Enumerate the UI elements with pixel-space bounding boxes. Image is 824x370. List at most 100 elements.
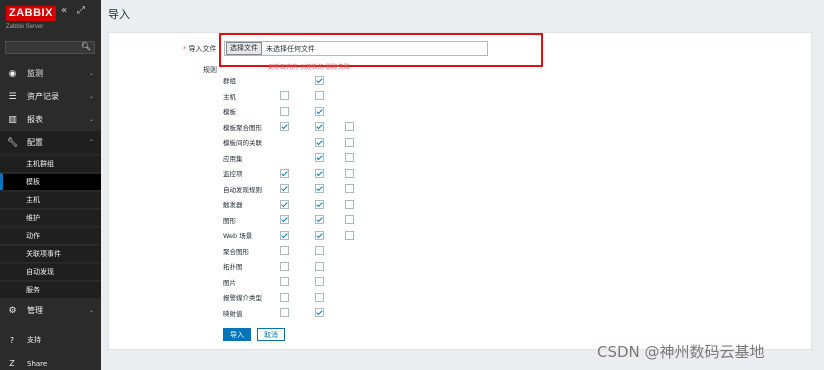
rule-checkbox-create-new[interactable]: [315, 153, 324, 162]
rule-checkbox-delete-missing[interactable]: [345, 230, 354, 240]
rule-checkbox-update-existing[interactable]: [280, 277, 289, 286]
logo-row: ZABBIX: [6, 5, 56, 21]
menu-share[interactable]: Z Share: [0, 359, 101, 368]
rules-column-headers: 更新现有的 创建新的 删除失败: [268, 64, 350, 71]
chevron-down-icon: ⌄: [88, 70, 94, 77]
menu-label: 资产记录: [27, 92, 59, 101]
rule-name: 主机: [223, 92, 236, 101]
menu-administration[interactable]: ⚙ 管理 ⌄: [0, 299, 101, 322]
rule-name: 监控项: [223, 170, 243, 178]
wrench-icon: 🔧︎: [6, 137, 19, 148]
rule-checkbox-update-existing[interactable]: [280, 199, 289, 209]
rule-checkbox-create-new[interactable]: [315, 137, 324, 147]
submenu-label: 维护: [26, 214, 40, 222]
menu-inventory[interactable]: ☰ 资产记录 ⌄: [0, 85, 101, 108]
rule-checkbox-update-existing[interactable]: [280, 184, 289, 193]
rule-checkbox-create-new[interactable]: [315, 91, 324, 100]
rule-checkbox-create-new[interactable]: [315, 230, 324, 240]
submenu-templates[interactable]: 模板: [0, 173, 101, 190]
import-file-label-text: 导入文件: [188, 45, 217, 53]
rules-label: 规则: [203, 66, 217, 74]
rule-checkbox-delete-missing[interactable]: [345, 168, 354, 178]
rule-checkbox-create-new[interactable]: [315, 106, 324, 116]
rule-checkbox-update-existing[interactable]: [280, 261, 289, 271]
kiosk-mode-icon[interactable]: ⤢: [77, 5, 85, 16]
rule-checkbox-create-new[interactable]: [315, 122, 324, 131]
submenu-label: 主机: [26, 196, 40, 204]
submenu-label: 动作: [26, 232, 40, 240]
rule-name: 映射值: [223, 309, 243, 318]
eye-icon: ◉: [8, 68, 17, 79]
rule-checkbox-create-new[interactable]: [315, 292, 324, 302]
rule-checkbox-create-new[interactable]: [315, 168, 324, 178]
rule-checkbox-delete-missing[interactable]: [345, 199, 354, 209]
rule-checkbox-update-existing[interactable]: [280, 246, 289, 255]
search-icon[interactable]: 🔍︎: [81, 42, 91, 51]
rule-checkbox-delete-missing[interactable]: [345, 122, 354, 131]
collapse-sidebar-icon[interactable]: «: [61, 5, 67, 16]
menu-label: 报表: [27, 115, 43, 124]
rule-checkbox-update-existing[interactable]: [280, 91, 289, 100]
rule-name: 应用集: [223, 154, 243, 163]
rule-checkbox-create-new[interactable]: [315, 308, 324, 317]
watermark: CSDN @神州数码云基地: [597, 343, 765, 361]
submenu-maintenance[interactable]: 维护: [0, 209, 101, 226]
rule-checkbox-update-existing[interactable]: [280, 106, 289, 116]
import-file-label: * 导入文件: [183, 44, 217, 54]
submenu-services[interactable]: 服务: [0, 281, 101, 298]
share-icon: Z: [9, 359, 15, 368]
rule-checkbox-delete-missing[interactable]: [345, 137, 354, 147]
rule-checkbox-delete-missing[interactable]: [345, 184, 354, 193]
submenu-event-correlation[interactable]: 关联项事件: [0, 245, 101, 262]
rule-checkbox-update-existing[interactable]: [280, 230, 289, 240]
rule-name: 自动发现规则: [223, 185, 262, 194]
required-marker: *: [183, 45, 187, 53]
rule-checkbox-update-existing[interactable]: [280, 292, 289, 302]
rule-checkbox-delete-missing[interactable]: [345, 215, 354, 224]
rule-checkbox-create-new[interactable]: [315, 199, 324, 209]
menu-support[interactable]: ? 支持: [0, 335, 101, 345]
submenu-actions[interactable]: 动作: [0, 227, 101, 244]
server-name: Zabbix Server: [6, 24, 44, 30]
rule-name: Web 场景: [223, 232, 253, 240]
submenu-label: 主机群组: [26, 160, 54, 168]
cancel-button[interactable]: 取消: [257, 328, 285, 341]
chevron-down-icon: ⌄: [88, 307, 94, 314]
rule-name: 报警媒介类型: [223, 294, 262, 302]
page-title: 导入: [108, 8, 130, 21]
rule-checkbox-update-existing[interactable]: [280, 215, 289, 224]
rule-checkbox-create-new[interactable]: [315, 75, 324, 85]
support-icon: ?: [9, 335, 15, 345]
rule-name: 拓扑图: [223, 263, 243, 271]
rule-checkbox-create-new[interactable]: [315, 277, 324, 286]
chevron-down-icon: ⌄: [88, 116, 94, 123]
rule-checkbox-update-existing[interactable]: [280, 308, 289, 317]
menu-monitoring[interactable]: ◉ 监测 ⌄: [0, 62, 101, 85]
rule-checkbox-delete-missing[interactable]: [345, 153, 354, 162]
menu-configuration[interactable]: 🔧︎ 配置 ⌃: [0, 131, 101, 154]
rule-name: 图片: [223, 278, 236, 287]
import-button[interactable]: 导入: [223, 328, 251, 341]
submenu-host-groups[interactable]: 主机群组: [0, 155, 101, 172]
menu-label: Share: [27, 359, 48, 368]
rule-checkbox-update-existing[interactable]: [280, 122, 289, 131]
submenu-discovery[interactable]: 自动发现: [0, 263, 101, 280]
menu-label: 配置: [27, 138, 43, 147]
menu-reports[interactable]: ▥ 报表 ⌄: [0, 108, 101, 131]
rule-checkbox-create-new[interactable]: [315, 184, 324, 193]
chart-icon: ▥: [8, 114, 17, 125]
rule-name: 聚合图形: [223, 247, 249, 256]
sidebar-search-input[interactable]: 🔍︎: [5, 41, 95, 54]
rule-name: 触发器: [223, 201, 243, 209]
rule-checkbox-create-new[interactable]: [315, 246, 324, 255]
rule-checkbox-create-new[interactable]: [315, 215, 324, 224]
rule-checkbox-create-new[interactable]: [315, 261, 324, 271]
menu-label: 管理: [27, 306, 43, 315]
rule-checkbox-update-existing[interactable]: [280, 168, 289, 178]
submenu-label: 服务: [26, 286, 40, 294]
menu-label: 支持: [27, 336, 41, 344]
zabbix-logo[interactable]: ZABBIX: [6, 5, 56, 21]
submenu-hosts[interactable]: 主机: [0, 191, 101, 208]
rule-name: 群组: [223, 77, 236, 85]
submenu-label: 自动发现: [26, 268, 54, 276]
